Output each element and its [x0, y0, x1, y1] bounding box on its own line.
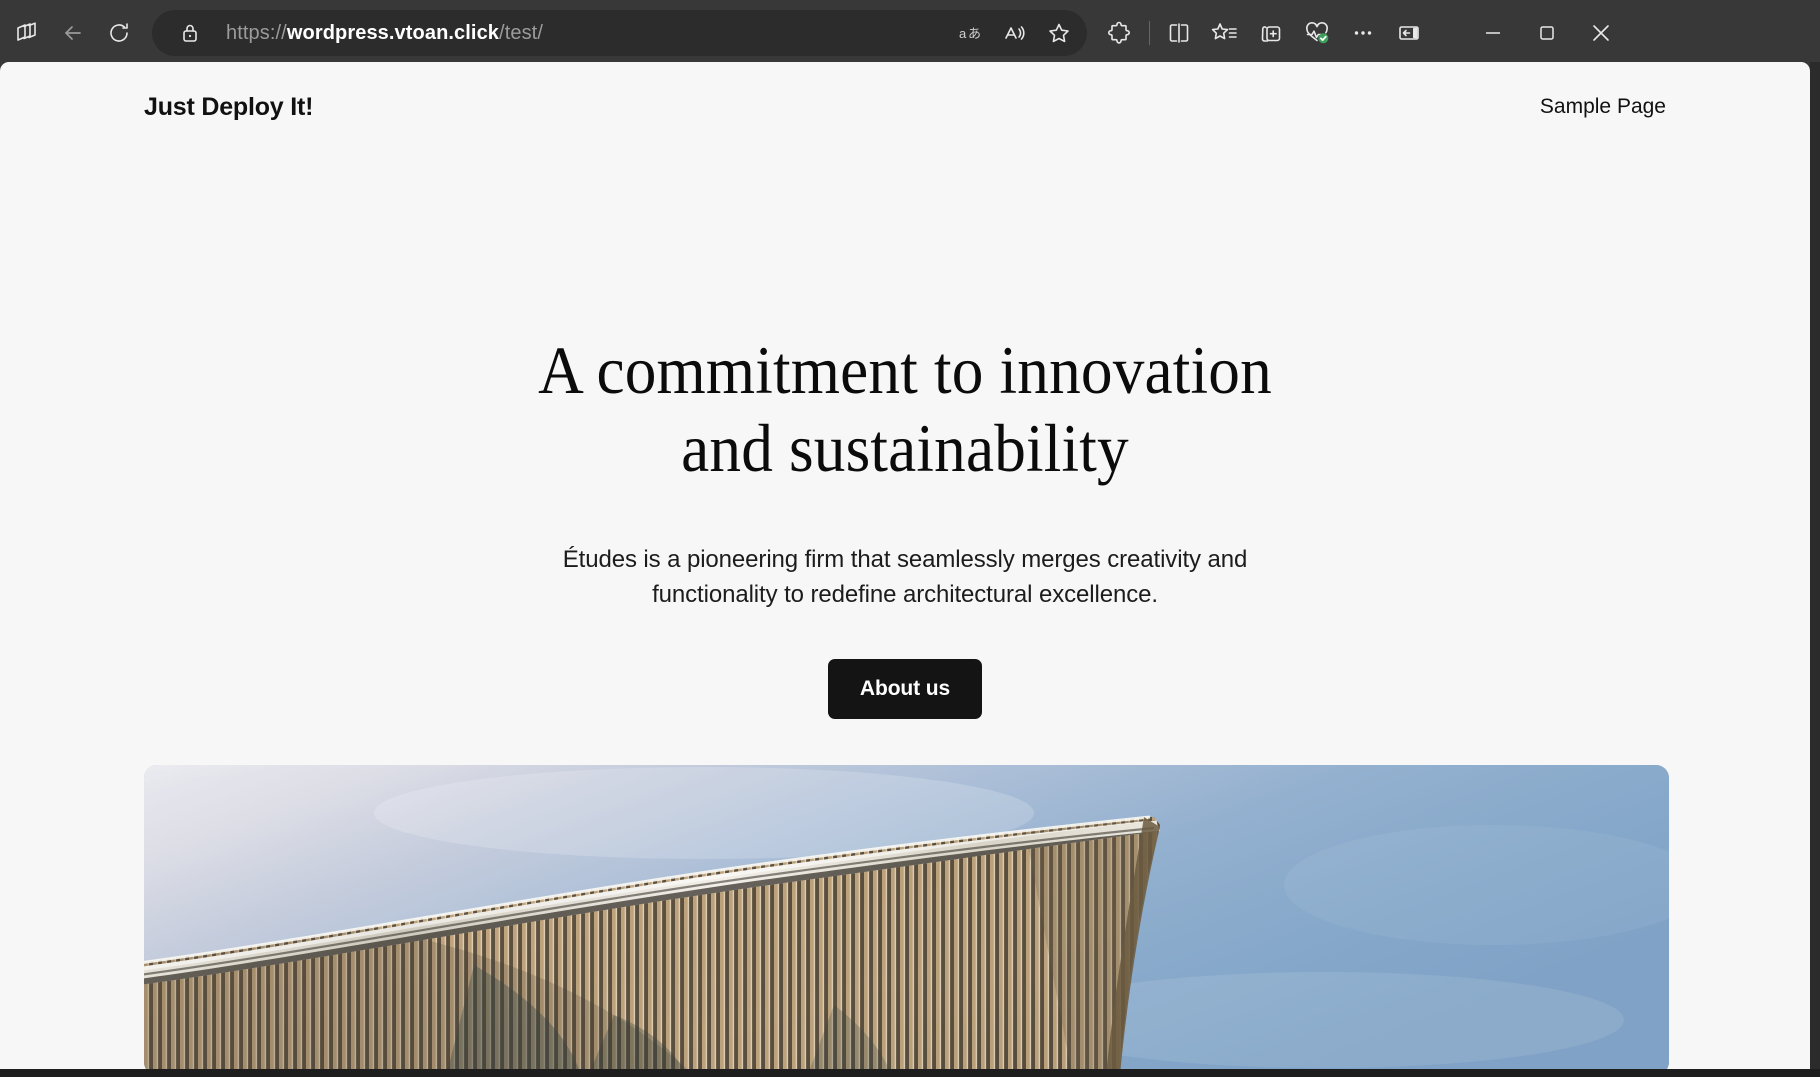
browser-essentials-icon[interactable]: [1294, 10, 1340, 56]
extensions-puzzle-icon[interactable]: [1097, 10, 1143, 56]
site-navigation: Sample Page: [1540, 95, 1666, 119]
page-viewport: Just Deploy It! Sample Page A commitment…: [0, 62, 1810, 1071]
url-scheme: https://: [226, 21, 287, 44]
lock-icon: [168, 13, 212, 53]
url-host: wordpress.vtoan.click: [286, 21, 500, 44]
site-title[interactable]: Just Deploy It!: [144, 93, 313, 122]
window-right-border: [1810, 62, 1820, 1077]
reload-icon[interactable]: [96, 10, 142, 56]
maximize-icon[interactable]: [1520, 2, 1574, 64]
browser-window: https://wordpress.vtoan.click/test/ a あ: [0, 0, 1820, 1077]
url-text[interactable]: https://wordpress.vtoan.click/test/: [226, 22, 949, 45]
nav-link-sample-page[interactable]: Sample Page: [1540, 95, 1666, 119]
window-bottom-border: [0, 1069, 1820, 1077]
hero-image: [144, 765, 1669, 1071]
translate-icon[interactable]: a あ: [949, 13, 993, 53]
url-path: /test/: [499, 21, 543, 44]
split-screen-icon[interactable]: [1156, 10, 1202, 56]
close-icon[interactable]: [1574, 2, 1628, 64]
favorites-list-icon[interactable]: [1202, 10, 1248, 56]
architecture-photo: [144, 765, 1669, 1071]
copilot-icon[interactable]: [4, 10, 50, 56]
hero-heading: A commitment to innovation and sustainab…: [538, 332, 1272, 486]
svg-text:a: a: [959, 26, 967, 41]
about-us-button[interactable]: About us: [827, 658, 983, 719]
hero-subtext: Études is a pioneering firm that seamles…: [562, 546, 1248, 608]
favorite-star-icon[interactable]: [1037, 13, 1081, 53]
site-header: Just Deploy It! Sample Page: [0, 62, 1810, 152]
hero-section: A commitment to innovation and sustainab…: [0, 152, 1810, 719]
more-options-icon[interactable]: [1340, 10, 1386, 56]
toolbar-right-group: [1097, 2, 1628, 64]
address-bar[interactable]: https://wordpress.vtoan.click/test/ a あ: [152, 10, 1087, 56]
back-arrow-icon[interactable]: [50, 10, 96, 56]
toolbar-divider: [1149, 21, 1150, 45]
read-aloud-icon[interactable]: [993, 13, 1037, 53]
collections-icon[interactable]: [1248, 10, 1294, 56]
minimize-icon[interactable]: [1466, 2, 1520, 64]
browser-toolbar: https://wordpress.vtoan.click/test/ a あ: [0, 0, 1820, 66]
sidebar-toggle-icon[interactable]: [1386, 10, 1432, 56]
svg-text:あ: あ: [968, 27, 981, 42]
